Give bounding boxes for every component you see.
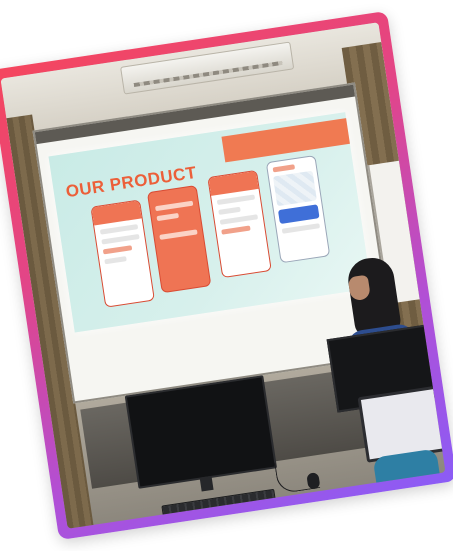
monitor-stand: [199, 475, 214, 492]
slide-banner: [221, 118, 350, 163]
phone-button: [102, 245, 133, 255]
phone-heading: [272, 164, 295, 173]
phone-field: [104, 256, 127, 265]
phone-card: [277, 204, 320, 225]
computer-monitor: [124, 375, 278, 489]
presentation-slide: OUR PRODUCT: [48, 112, 372, 333]
map-preview: [272, 170, 317, 207]
phone-field: [99, 224, 139, 235]
photo-card: OUR PRODUCT: [0, 10, 453, 541]
keyboard: [161, 488, 277, 522]
phone-field: [156, 212, 179, 222]
phone-field: [218, 206, 241, 215]
phone-button: [221, 225, 251, 235]
phone-field: [281, 223, 321, 234]
phone-field: [155, 200, 194, 212]
phone-header: [91, 200, 142, 226]
phone-card: [159, 229, 198, 240]
phone-field: [216, 194, 256, 206]
classroom-photo: OUR PRODUCT: [0, 22, 446, 529]
phone-field: [219, 214, 259, 225]
phone-header: [208, 170, 259, 196]
phone-mockup-1: [90, 199, 155, 308]
phone-mockup-2: [146, 184, 212, 294]
phone-mockup-4: [265, 155, 331, 264]
air-conditioner: [120, 41, 295, 95]
phone-field: [101, 233, 140, 245]
phone-mockup-3: [207, 169, 272, 279]
